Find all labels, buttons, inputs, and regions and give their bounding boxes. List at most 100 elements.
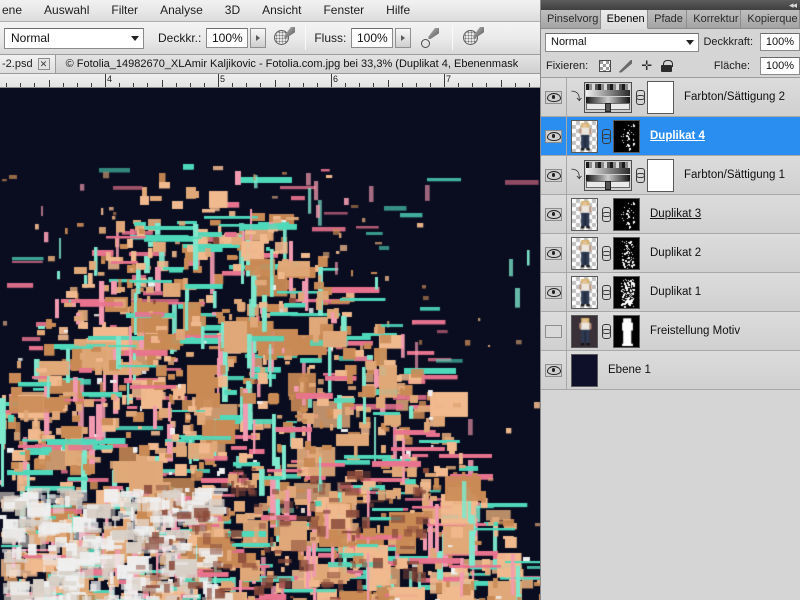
eye-icon[interactable] xyxy=(545,364,562,377)
link-mask-icon[interactable] xyxy=(635,168,644,183)
airbrush-toggle-icon[interactable] xyxy=(462,27,484,49)
lock-transparency-icon[interactable] xyxy=(599,60,611,72)
link-mask-icon[interactable] xyxy=(601,324,610,339)
collapse-panels-icon[interactable]: ◂◂ xyxy=(789,1,796,9)
menu-item-ene[interactable]: ene xyxy=(0,0,33,21)
menu-item-3d[interactable]: 3D xyxy=(214,0,251,21)
layer-opacity-input[interactable]: 100% xyxy=(760,33,800,51)
ruler-tick-minor xyxy=(119,83,120,87)
layer-row[interactable]: Duplikat 1 xyxy=(541,273,800,312)
layer-row[interactable]: Duplikat 4 xyxy=(541,117,800,156)
panel-tab-korrektur[interactable]: Korrektur xyxy=(687,10,741,28)
layer-row[interactable]: Ebene 1 xyxy=(541,351,800,390)
layer-row[interactable]: ⤵Farbton/Sättigung 1 xyxy=(541,156,800,195)
opacity-input[interactable]: 100% xyxy=(206,28,248,48)
layer-row[interactable]: Duplikat 3 xyxy=(541,195,800,234)
layer-mask-thumbnail[interactable] xyxy=(613,198,640,231)
layer-mask-thumbnail[interactable] xyxy=(613,276,640,309)
layer-blend-row: Normal Deckkraft: 100% xyxy=(541,29,800,55)
layer-name[interactable]: Farbton/Sättigung 2 xyxy=(674,78,800,116)
panel-tab-pfade[interactable]: Pfade xyxy=(648,10,687,28)
artwork-canvas[interactable] xyxy=(0,88,540,600)
layer-fill-input[interactable]: 100% xyxy=(760,57,800,75)
layer-thumbnail[interactable] xyxy=(571,315,598,348)
layer-thumbnail[interactable] xyxy=(571,120,598,153)
layer-thumbnail[interactable] xyxy=(571,237,598,270)
lock-position-icon[interactable]: ✛ xyxy=(640,60,653,73)
lock-all-icon[interactable] xyxy=(661,60,672,72)
ruler-tick-minor xyxy=(190,83,191,87)
menu-item-analyse[interactable]: Analyse xyxy=(149,0,214,21)
link-mask-icon[interactable] xyxy=(635,90,644,105)
layer-thumbnail[interactable] xyxy=(571,276,598,309)
link-mask-icon[interactable] xyxy=(601,129,610,144)
flow-stepper[interactable] xyxy=(395,28,411,48)
menu-item-filter[interactable]: Filter xyxy=(100,0,149,21)
layer-mask-thumbnail[interactable] xyxy=(613,237,640,270)
layer-thumbnail[interactable] xyxy=(571,354,598,387)
layer-visibility-cell[interactable] xyxy=(541,78,567,116)
menu-item-auswahl[interactable]: Auswahl xyxy=(33,0,100,21)
canvas-viewport[interactable] xyxy=(0,88,540,600)
flow-pressure-icon[interactable] xyxy=(420,27,442,49)
chevron-down-icon xyxy=(131,36,139,41)
eye-icon[interactable] xyxy=(545,130,562,143)
layer-mask-thumbnail[interactable] xyxy=(613,120,640,153)
flow-input[interactable]: 100% xyxy=(351,28,393,48)
adjustment-thumbnail[interactable] xyxy=(584,82,632,113)
adjustment-thumbnail[interactable] xyxy=(584,160,632,191)
layer-name[interactable]: Farbton/Sättigung 1 xyxy=(674,156,800,194)
eye-icon[interactable] xyxy=(545,286,562,299)
layer-name[interactable]: Ebene 1 xyxy=(598,351,800,389)
panel-tab-ebenen[interactable]: Ebenen xyxy=(601,10,648,29)
ruler-label: 7 xyxy=(446,74,451,84)
ruler-tick-minor xyxy=(388,80,389,87)
menu-item-fenster[interactable]: Fenster xyxy=(312,0,375,21)
layer-visibility-cell[interactable] xyxy=(541,195,567,233)
layer-thumbnail[interactable] xyxy=(571,198,598,231)
lock-image-icon[interactable] xyxy=(619,60,632,73)
document-tab-bar: -2.psd ✕ © Fotolia_14982670_XLAmir Kalji… xyxy=(0,55,540,74)
link-mask-icon[interactable] xyxy=(601,246,610,261)
ruler-tick-minor xyxy=(501,80,502,87)
menu-item-hilfe[interactable]: Hilfe xyxy=(375,0,421,21)
link-mask-icon[interactable] xyxy=(601,285,610,300)
link-mask-icon[interactable] xyxy=(601,207,610,222)
layer-visibility-cell[interactable] xyxy=(541,117,567,155)
layer-blend-mode-select[interactable]: Normal xyxy=(545,33,699,52)
ruler-tick-minor xyxy=(133,83,134,87)
divider xyxy=(305,26,306,50)
layer-mask-thumbnail[interactable] xyxy=(647,81,674,114)
layer-name[interactable]: Duplikat 2 xyxy=(640,234,800,272)
ruler-tick-minor xyxy=(359,83,360,87)
layer-row[interactable]: Duplikat 2 xyxy=(541,234,800,273)
panel-tab-kopierque[interactable]: Kopierque xyxy=(741,10,800,28)
layer-name[interactable]: Duplikat 4 xyxy=(640,117,800,155)
eye-icon[interactable] xyxy=(545,91,562,104)
opacity-stepper[interactable] xyxy=(250,28,266,48)
layer-visibility-cell[interactable] xyxy=(541,234,567,272)
layer-name[interactable]: Duplikat 1 xyxy=(640,273,800,311)
ruler-tick xyxy=(218,74,219,87)
eye-icon[interactable] xyxy=(545,208,562,221)
layer-row[interactable]: ⤵ Farbton/Sättigung 2 xyxy=(541,78,800,117)
layer-mask-thumbnail[interactable] xyxy=(613,315,640,348)
close-icon[interactable]: ✕ xyxy=(38,58,50,70)
document-tab[interactable]: -2.psd ✕ xyxy=(0,55,56,73)
layer-visibility-cell[interactable] xyxy=(541,156,567,194)
clipping-mask-icon: ⤵ xyxy=(571,92,581,102)
layer-visibility-cell[interactable] xyxy=(541,273,567,311)
eye-icon[interactable] xyxy=(545,169,562,182)
brush-blend-mode-select[interactable]: Normal xyxy=(4,28,144,49)
eye-icon[interactable] xyxy=(545,247,562,260)
layer-name[interactable]: Freistellung Motiv xyxy=(640,312,800,350)
panel-tab-pinselvorg[interactable]: Pinselvorg xyxy=(541,10,601,28)
layer-name[interactable]: Duplikat 3 xyxy=(640,195,800,233)
layer-visibility-cell[interactable] xyxy=(541,351,567,389)
layer-visibility-cell[interactable] xyxy=(541,312,567,350)
layer-row[interactable]: Freistellung Motiv xyxy=(541,312,800,351)
opacity-pressure-icon[interactable] xyxy=(273,27,295,49)
layer-mask-thumbnail[interactable] xyxy=(647,159,674,192)
eye-hidden-icon[interactable] xyxy=(545,325,562,338)
menu-item-ansicht[interactable]: Ansicht xyxy=(251,0,312,21)
